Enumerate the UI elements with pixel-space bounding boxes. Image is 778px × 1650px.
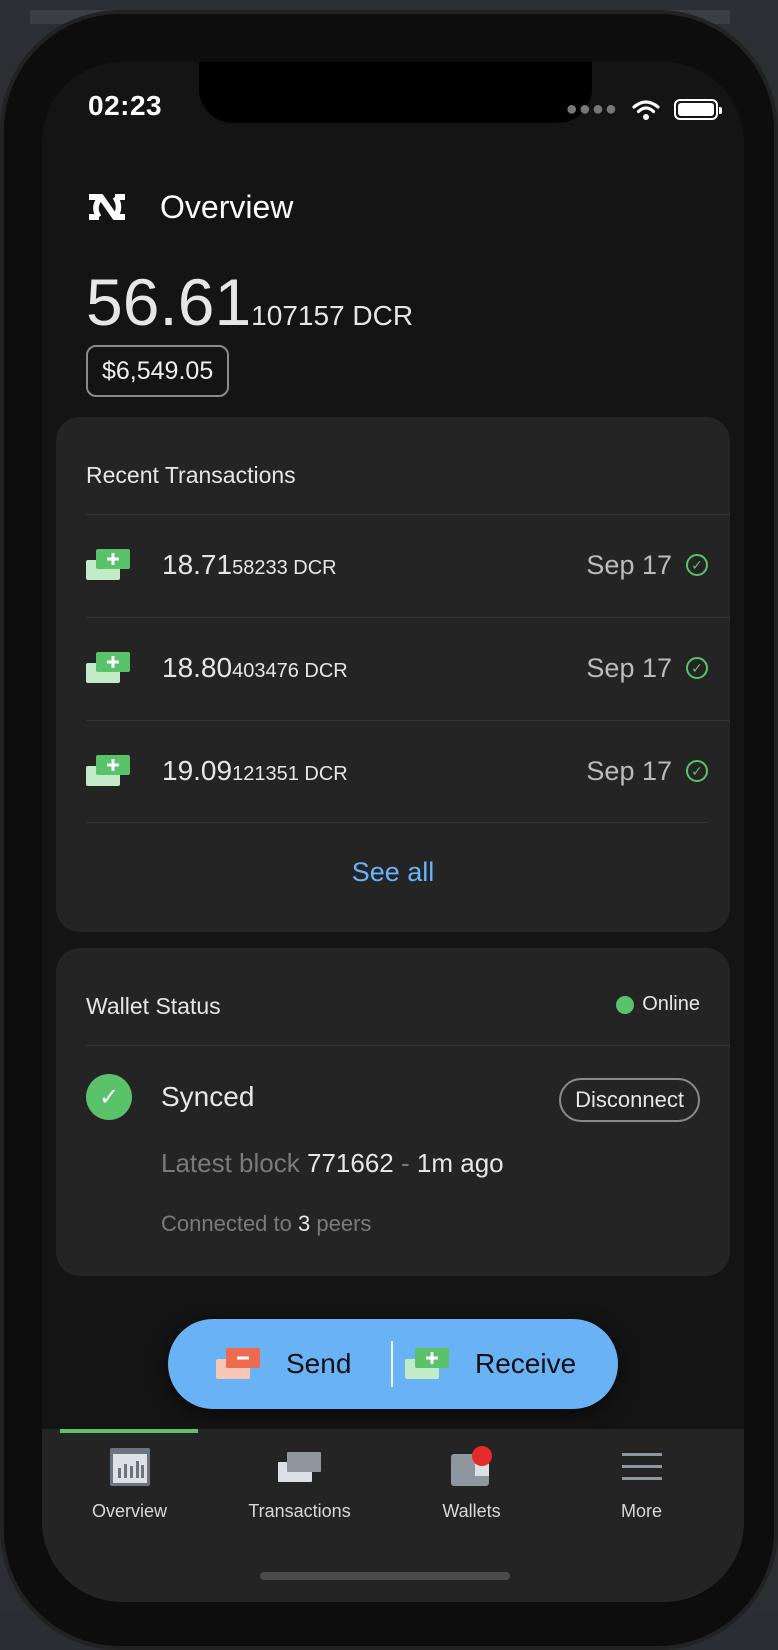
divider <box>86 1045 730 1046</box>
receive-icon <box>405 1348 449 1379</box>
receive-button[interactable]: Receive <box>405 1319 576 1409</box>
confirmed-check-icon: ✓ <box>686 760 708 782</box>
disconnect-button[interactable]: Disconnect <box>559 1078 700 1122</box>
transaction-amount: 19.09121351 DCR <box>162 755 348 786</box>
tab-overview[interactable]: Overview <box>42 1429 217 1529</box>
notification-badge <box>471 1446 492 1466</box>
page-header: Overview <box>86 188 293 226</box>
receive-icon <box>86 652 130 683</box>
wifi-icon <box>632 99 660 120</box>
transaction-amount: 18.7158233 DCR <box>162 549 337 580</box>
pill-divider <box>391 1341 393 1387</box>
peer-count: 3 <box>298 1211 311 1236</box>
transaction-row[interactable]: 18.80403476 DCR Sep 17 ✓ <box>86 618 708 718</box>
online-indicator: Online <box>616 993 700 1016</box>
transaction-date: Sep 17 <box>586 755 672 786</box>
transaction-row[interactable]: 18.7158233 DCR Sep 17 ✓ <box>86 515 708 615</box>
tab-label: More <box>620 1501 662 1521</box>
divider <box>86 822 708 823</box>
wallet-status-title: Wallet Status <box>86 993 221 1019</box>
latest-block-number: 771662 <box>306 1148 394 1178</box>
phone-frame: 02:23 ●●●● Overview 56.61107157 DCR $6,5… <box>0 10 778 1650</box>
transaction-date: Sep 17 <box>586 652 672 683</box>
battery-icon <box>674 99 722 120</box>
send-icon <box>216 1348 260 1379</box>
online-dot-icon <box>616 995 635 1014</box>
home-indicator[interactable] <box>260 1572 510 1580</box>
send-button[interactable]: Send <box>216 1319 351 1409</box>
peers-info: Connected to 3 peers <box>161 1211 372 1236</box>
see-all-link[interactable]: See all <box>56 857 730 888</box>
confirmed-check-icon: ✓ <box>686 657 708 679</box>
recent-transactions-title: Recent Transactions <box>86 462 296 488</box>
synced-status: ✓ Synced <box>86 1074 254 1120</box>
send-receive-pill: Send Receive <box>168 1319 618 1409</box>
usd-balance-badge: $6,549.05 <box>86 345 230 397</box>
online-label: Online <box>642 993 700 1015</box>
total-balance: 56.61107157 DCR <box>86 264 413 340</box>
balance-main: 56.61 <box>86 265 252 339</box>
chart-icon <box>109 1447 150 1487</box>
wallet-status-card: Wallet Status Online ✓ Synced Disconnect… <box>56 948 730 1276</box>
app-screen: 02:23 ●●●● Overview 56.61107157 DCR $6,5… <box>42 62 744 1602</box>
transaction-amount: 18.80403476 DCR <box>162 652 348 683</box>
synced-check-icon: ✓ <box>86 1074 132 1120</box>
balance-fraction: 107157 DCR <box>251 300 414 331</box>
receive-label: Receive <box>475 1348 577 1379</box>
decred-logo-icon <box>89 194 125 220</box>
receive-icon <box>86 549 130 580</box>
tab-label: Wallets <box>442 1501 501 1521</box>
latest-block-info: Latest block 771662 - 1m ago <box>161 1148 504 1178</box>
tab-label: Overview <box>91 1501 167 1521</box>
signal-dots-icon: ●●●● <box>565 98 618 120</box>
page-title: Overview <box>160 188 294 225</box>
transaction-date: Sep 17 <box>586 549 672 580</box>
latest-block-time: 1m ago <box>416 1148 504 1178</box>
confirmed-check-icon: ✓ <box>686 554 708 576</box>
recent-transactions-card: Recent Transactions 18.7158233 DCR Sep 1… <box>56 417 730 932</box>
tab-more[interactable]: More <box>554 1429 729 1529</box>
status-time: 02:23 <box>88 90 163 121</box>
status-icons: ●●●● <box>565 98 722 121</box>
synced-label: Synced <box>161 1081 255 1112</box>
receive-icon <box>86 755 130 786</box>
transactions-icon <box>277 1447 322 1487</box>
transaction-row[interactable]: 19.09121351 DCR Sep 17 ✓ <box>86 721 708 821</box>
tab-wallets[interactable]: Wallets <box>384 1429 559 1529</box>
wallet-icon <box>449 1446 495 1487</box>
send-label: Send <box>286 1348 352 1379</box>
notch <box>199 62 592 123</box>
tab-transactions[interactable]: Transactions <box>212 1429 387 1529</box>
menu-icon <box>621 1447 662 1487</box>
tab-label: Transactions <box>248 1501 351 1521</box>
